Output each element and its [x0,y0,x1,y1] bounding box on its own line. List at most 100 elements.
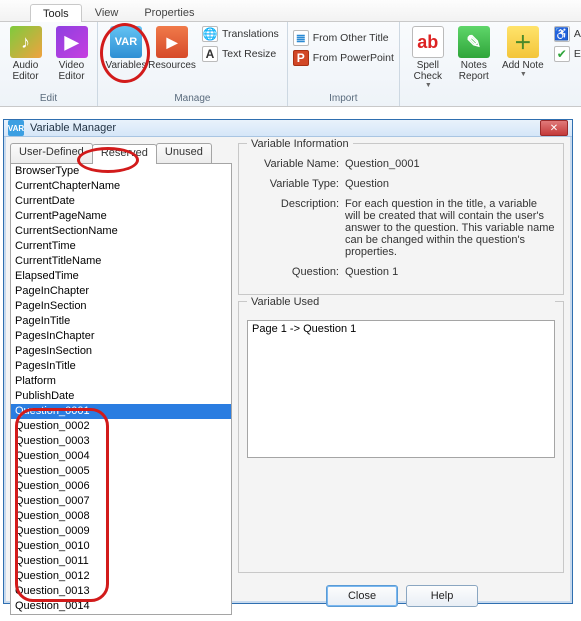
list-item[interactable]: Question_0012 [11,569,231,584]
add-note-icon: ＋ [507,26,539,58]
spell-check-button[interactable]: ab Spell Check ▼ [406,24,450,91]
list-item[interactable]: ElapsedTime [11,269,231,284]
list-item[interactable]: Question_0013 [11,584,231,599]
from-other-title-label: From Other Title [313,32,389,44]
list-item[interactable]: CurrentSectionName [11,224,231,239]
help-button[interactable]: Help [406,585,478,607]
dropdown-arrow-icon: ▼ [425,82,432,89]
add-note-label: Add Note [502,60,544,71]
list-item[interactable]: CurrentTime [11,239,231,254]
spell-check-label: Spell Check [406,60,450,82]
list-item[interactable]: Question_0007 [11,494,231,509]
dialog-body: User-Defined Reserved Unused BrowserType… [4,137,572,621]
variable-tabs: User-Defined Reserved Unused [10,143,232,163]
from-powerpoint-button[interactable]: P From PowerPoint [291,48,396,68]
list-item[interactable]: PageInSection [11,299,231,314]
list-item[interactable]: PageInChapter [11,284,231,299]
description-value: For each question in the title, a variab… [345,198,555,258]
variable-used-item[interactable]: Page 1 -> Question 1 [252,323,550,335]
variable-used-legend: Variable Used [247,296,555,308]
list-item[interactable]: Question_0010 [11,539,231,554]
list-item[interactable]: Question_0009 [11,524,231,539]
accessibility-icon: ♿ [554,26,570,42]
translations-button[interactable]: 🌐 Translations [200,24,281,44]
audio-editor-icon: ♪ [10,26,42,58]
ribbon-tab-view[interactable]: View [82,3,132,21]
list-item[interactable]: Question_0003 [11,434,231,449]
audio-editor-button[interactable]: ♪ Audio Editor [4,24,48,84]
list-item[interactable]: Platform [11,374,231,389]
variable-type-value: Question [345,178,555,190]
notes-report-button[interactable]: ✎ Notes Report [452,24,496,91]
video-editor-label: Video Editor [50,60,94,82]
ribbon: ♪ Audio Editor ▶ Video Editor Edit VAR V… [0,22,581,107]
list-item[interactable]: Question_0002 [11,419,231,434]
ribbon-tab-bar: Tools View Properties [0,0,581,22]
text-resize-button[interactable]: A Text Resize [200,44,281,64]
list-item[interactable]: Question_0006 [11,479,231,494]
list-item-selected[interactable]: Question_0001 [11,404,231,419]
list-item[interactable]: CurrentPageName [11,209,231,224]
list-item[interactable]: Question_0011 [11,554,231,569]
list-item[interactable]: PublishDate [11,389,231,404]
list-item[interactable]: Question_0008 [11,509,231,524]
ribbon-group-import: ≣ From Other Title P From PowerPoint Imp… [288,22,400,106]
notes-report-icon: ✎ [458,26,490,58]
close-button[interactable]: Close [326,585,398,607]
variable-list[interactable]: BrowserTypeCurrentChapterNameCurrentDate… [10,163,232,615]
list-item[interactable]: Question_0014 [11,599,231,614]
text-resize-icon: A [202,46,218,62]
dialog-close-button[interactable]: ✕ [540,120,568,136]
from-powerpoint-label: From PowerPoint [313,52,394,64]
video-editor-button[interactable]: ▶ Video Editor [50,24,94,84]
error-check-label: Erro [574,48,581,60]
add-note-button[interactable]: ＋ Add Note ▼ [498,24,548,91]
resources-button[interactable]: ▶ Resources [150,24,194,73]
variable-name-value: Question_0001 [345,158,555,170]
dropdown-arrow-icon: ▼ [520,71,527,78]
question-value: Question 1 [345,266,555,278]
from-other-title-button[interactable]: ≣ From Other Title [291,28,391,48]
error-check-button[interactable]: ✔ Erro [552,44,581,64]
tab-reserved[interactable]: Reserved [92,144,157,164]
dialog-titlebar[interactable]: VAR Variable Manager ✕ [4,120,572,137]
error-check-icon: ✔ [554,46,570,62]
ribbon-group-manage-label: Manage [98,93,287,104]
accessibility-button[interactable]: ♿ Acc [552,24,581,44]
list-item[interactable]: CurrentTitleName [11,254,231,269]
resources-label: Resources [148,60,196,71]
list-item[interactable]: BrowserType [11,164,231,179]
variable-used-list[interactable]: Page 1 -> Question 1 [247,320,555,458]
ribbon-tab-properties[interactable]: Properties [131,3,207,21]
translations-label: Translations [222,28,279,40]
variables-label: Variables [106,60,147,71]
variable-name-label: Variable Name: [247,158,345,170]
list-item[interactable]: PageInTitle [11,314,231,329]
variable-manager-dialog: VAR Variable Manager ✕ User-Defined Rese… [3,119,573,604]
ribbon-group-edit-label: Edit [0,93,97,104]
variables-icon: VAR [110,26,142,58]
audio-editor-label: Audio Editor [4,60,48,82]
list-item[interactable]: Question_0005 [11,464,231,479]
dialog-right-pane: Variable Information Variable Name: Ques… [238,143,566,615]
dialog-left-pane: User-Defined Reserved Unused BrowserType… [10,143,232,615]
list-item[interactable]: PagesInSection [11,344,231,359]
question-label: Question: [247,266,345,278]
dialog-title: Variable Manager [30,122,116,134]
list-item[interactable]: CurrentChapterName [11,179,231,194]
list-item[interactable]: PagesInTitle [11,359,231,374]
tab-user-defined[interactable]: User-Defined [10,143,93,163]
list-item[interactable]: PagesInChapter [11,329,231,344]
variable-information-legend: Variable Information [247,138,353,150]
ribbon-group-proofing: ab Spell Check ▼ ✎ Notes Report ＋ Add No… [400,22,581,106]
variable-manager-icon: VAR [8,120,24,136]
resources-icon: ▶ [156,26,188,58]
ribbon-tab-tools[interactable]: Tools [30,4,82,22]
variable-type-label: Variable Type: [247,178,345,190]
list-item[interactable]: CurrentDate [11,194,231,209]
list-item[interactable]: Question_0004 [11,449,231,464]
variables-button[interactable]: VAR Variables [104,24,148,73]
variable-used-group: Variable Used Page 1 -> Question 1 [238,301,564,573]
ribbon-group-manage: VAR Variables ▶ Resources 🌐 Translations… [98,22,288,106]
tab-unused[interactable]: Unused [156,143,212,163]
